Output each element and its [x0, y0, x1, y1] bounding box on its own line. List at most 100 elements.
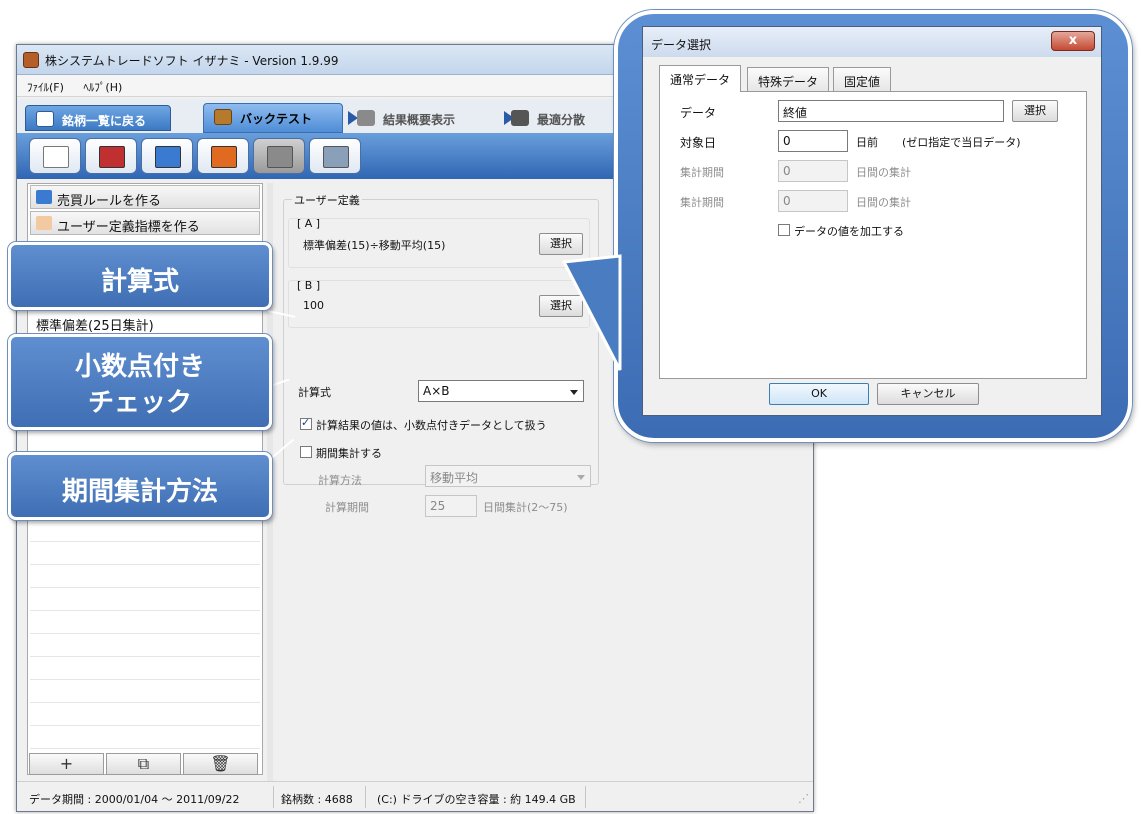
- rule-icon: [36, 190, 52, 204]
- callout-formula-text: 計算式: [100, 267, 179, 297]
- list-item: [30, 634, 260, 657]
- status-separator: [365, 786, 366, 808]
- close-icon: x: [1068, 33, 1078, 48]
- status-stock-count: 銘柄数 : 4688: [281, 793, 353, 806]
- create-indicator-button[interactable]: ユーザー定義指標を作る: [30, 211, 260, 235]
- status-separator: [273, 786, 274, 808]
- calc-period-suffix: 日間集計(2〜75): [483, 501, 568, 514]
- callout-decimal-line2: チェック: [87, 388, 192, 418]
- formula-label: 計算式: [298, 386, 331, 399]
- data-select-dialog: データ選択 x 通常データ 特殊データ 固定値 データ 終値 選択 対象日 0 …: [642, 26, 1102, 416]
- thumbs-up-icon: [357, 110, 375, 126]
- callout-decimal-line1: 小数点付き: [74, 352, 205, 382]
- tab-fixed-value[interactable]: 固定値: [833, 67, 892, 91]
- tab-stock-list-label: 銘柄一覧に戻る: [62, 114, 147, 128]
- agg-period-input-2[interactable]: 0: [778, 190, 848, 212]
- create-rule-button[interactable]: 売買ルールを作る: [30, 185, 260, 209]
- calc-method-value: 移動平均: [430, 471, 479, 485]
- menu-help[interactable]: ﾍﾙﾌﾟ(H): [73, 75, 128, 95]
- calc-method-select[interactable]: 移動平均: [425, 465, 591, 487]
- create-indicator-label: ユーザー定義指標を作る: [57, 220, 200, 235]
- decimal-checkbox-label: 計算結果の値は、小数点付きデータとして扱う: [316, 419, 547, 432]
- create-rule-label: 売買ルールを作る: [57, 194, 162, 209]
- group-title: ユーザー定義: [292, 192, 362, 208]
- export-button[interactable]: [141, 138, 193, 174]
- copy-button[interactable]: ⧉: [106, 753, 181, 775]
- chevron-down-icon: [577, 475, 585, 480]
- tab-normal-data[interactable]: 通常データ: [659, 65, 742, 92]
- export-icon: [155, 146, 181, 168]
- bag-icon: [214, 109, 232, 125]
- list-item: [30, 519, 260, 542]
- tab-special-data[interactable]: 特殊データ: [747, 67, 830, 91]
- dialog-title: データ選択: [651, 38, 712, 52]
- b-value: 100: [303, 299, 324, 312]
- cancel-button[interactable]: キャンセル: [877, 383, 979, 405]
- b-group: [ B ] 100 選択: [288, 279, 590, 328]
- menu-file[interactable]: ﾌｧｲﾙ(F): [17, 75, 70, 95]
- agg-period-input[interactable]: 0: [778, 160, 848, 182]
- open-button[interactable]: [85, 138, 137, 174]
- tab-results-label: 結果概要表示: [383, 113, 456, 127]
- tab-stock-list[interactable]: 銘柄一覧に戻る: [25, 105, 171, 131]
- close-button[interactable]: x: [1051, 31, 1095, 51]
- formula-select[interactable]: A×B: [418, 380, 584, 402]
- user-definition-group: ユーザー定義 [ A ] 標準偏差(15)÷移動平均(15) 選択 [ B ] …: [283, 192, 599, 487]
- app-icon: [23, 52, 39, 68]
- list-actions: + ⧉ 🗑: [27, 753, 263, 775]
- new-button[interactable]: [29, 138, 81, 174]
- tab-backtest-label: バックテスト: [240, 112, 313, 126]
- data-value-field[interactable]: 終値: [778, 100, 1004, 122]
- period-checkbox[interactable]: [300, 446, 312, 458]
- status-data-period: データ期間 : 2000/01/04 〜 2011/09/22: [29, 793, 240, 806]
- import-icon: [211, 146, 237, 168]
- tools-icon: [323, 146, 349, 168]
- target-day-input[interactable]: 0: [778, 130, 848, 152]
- list-item: [30, 657, 260, 680]
- import-button[interactable]: [197, 138, 249, 174]
- list-item: [30, 542, 260, 565]
- tab-results-summary[interactable]: 結果概要表示: [347, 105, 497, 131]
- a-label: [ A ]: [297, 217, 321, 230]
- data-select-button[interactable]: 選択: [1012, 100, 1058, 122]
- status-separator: [585, 786, 586, 808]
- wrench-icon: [267, 146, 293, 168]
- list-item[interactable]: 標準偏差(25日集計): [30, 312, 260, 335]
- delete-button[interactable]: 🗑: [183, 753, 258, 775]
- decimal-checkbox[interactable]: [300, 416, 312, 430]
- user-icon: [36, 216, 52, 230]
- target-day-label: 対象日: [680, 136, 717, 150]
- target-day-suffix: 日前: [856, 136, 878, 149]
- tools-button[interactable]: [309, 138, 361, 174]
- agg-period-label: 集計期間: [680, 166, 724, 179]
- b-label: [ B ]: [297, 279, 321, 292]
- callout-period-method: 期間集計方法: [8, 452, 272, 520]
- formula-value: A×B: [423, 384, 450, 398]
- agg-period-suffix-2: 日間の集計: [856, 196, 911, 209]
- process-value-checkbox[interactable]: [778, 224, 790, 236]
- add-button[interactable]: +: [29, 753, 104, 775]
- eye-icon: [36, 111, 54, 127]
- dialog-title-bar: データ選択 x: [643, 27, 1101, 57]
- calc-period-input[interactable]: 25: [425, 495, 477, 517]
- a-value: 標準偏差(15)÷移動平均(15): [303, 239, 446, 252]
- tab-backtest[interactable]: バックテスト: [203, 103, 343, 133]
- process-value-label: データの値を加工する: [794, 225, 904, 238]
- callout-period-text: 期間集計方法: [61, 477, 218, 507]
- agg-period-suffix: 日間の集計: [856, 166, 911, 179]
- dialog-callout-tail: [561, 254, 622, 371]
- ok-button[interactable]: OK: [769, 383, 869, 405]
- period-checkbox-label: 期間集計する: [316, 447, 382, 460]
- calc-period-label: 計算期間: [325, 501, 369, 514]
- settings-button[interactable]: [253, 138, 305, 174]
- list-item: [30, 726, 260, 749]
- agg-period-label-2: 集計期間: [680, 196, 724, 209]
- callout-decimal-check: 小数点付き チェック: [8, 334, 272, 430]
- list-item: [30, 611, 260, 634]
- resize-grip-icon[interactable]: ⋰: [798, 792, 809, 805]
- data-label: データ: [680, 106, 717, 120]
- callout-formula: 計算式: [8, 242, 272, 310]
- status-disk-free: (C:) ドライブの空き容量 : 約 149.4 GB: [377, 793, 576, 806]
- open-icon: [99, 146, 125, 168]
- grid-icon: [511, 110, 529, 126]
